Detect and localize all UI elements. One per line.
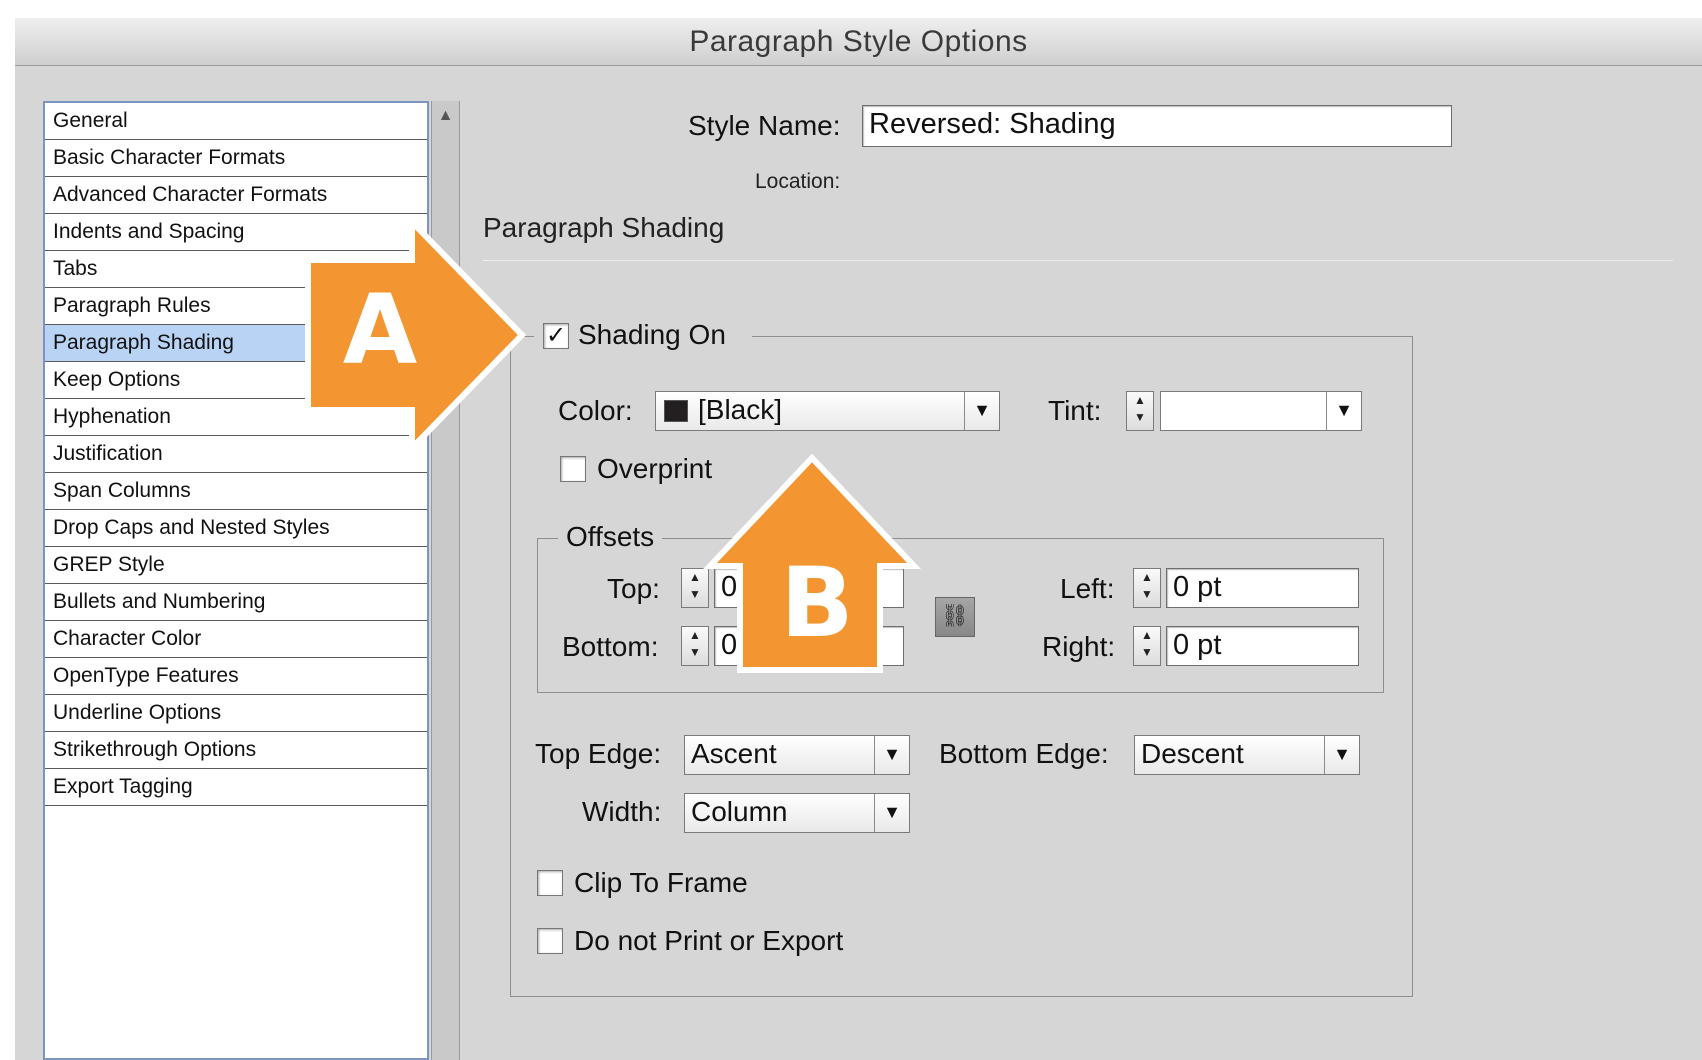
sidebar-item-strikethrough-options[interactable]: Strikethrough Options <box>45 732 427 769</box>
location-label: Location: <box>755 170 841 193</box>
overprint-label: Overprint <box>597 453 713 484</box>
chevron-down-icon: ▼ <box>1324 736 1359 774</box>
color-dropdown[interactable]: [Black] ▼ <box>655 391 1000 431</box>
callout-b-label: B <box>780 547 854 659</box>
do-not-print-label: Do not Print or Export <box>574 925 844 956</box>
spin-down-icon[interactable]: ▼ <box>1134 586 1160 603</box>
sidebar-item-advanced-character-formats[interactable]: Advanced Character Formats <box>45 177 427 214</box>
offsets-legend: Offsets <box>558 521 663 553</box>
overprint-checkbox[interactable] <box>560 456 586 482</box>
spin-up-icon[interactable]: ▲ <box>1127 392 1153 409</box>
tint-combo[interactable]: ▼ <box>1160 391 1362 431</box>
checkmark-icon: ✓ <box>545 322 567 349</box>
sidebar-item-span-columns[interactable]: Span Columns <box>45 473 427 510</box>
right-offset-label: Right: <box>1042 631 1116 662</box>
sidebar-item-export-tagging[interactable]: Export Tagging <box>45 769 427 806</box>
sidebar-item-general[interactable]: General <box>45 103 427 140</box>
right-offset-stepper[interactable]: ▲ ▼ <box>1133 626 1161 666</box>
sidebar-item-underline-options[interactable]: Underline Options <box>45 695 427 732</box>
chain-link-icon[interactable]: ⛓ <box>935 597 975 637</box>
chevron-down-icon: ▼ <box>874 736 909 774</box>
section-divider <box>483 260 1673 261</box>
tint-stepper[interactable]: ▲ ▼ <box>1126 391 1154 431</box>
clip-to-frame-label: Clip To Frame <box>574 867 748 898</box>
chevron-down-icon: ▼ <box>1326 392 1361 430</box>
width-value: Column <box>691 796 788 827</box>
sidebar-item-character-color[interactable]: Character Color <box>45 621 427 658</box>
callout-a-label: A <box>342 274 418 386</box>
spin-down-icon[interactable]: ▼ <box>1127 409 1153 426</box>
spin-down-icon[interactable]: ▼ <box>1134 644 1160 661</box>
sidebar-item-drop-caps[interactable]: Drop Caps and Nested Styles <box>45 510 427 547</box>
bottom-offset-label: Bottom: <box>562 631 659 662</box>
top-edge-value: Ascent <box>691 738 777 769</box>
style-name-label: Style Name: <box>688 110 841 141</box>
left-offset-field[interactable]: 0 pt <box>1166 568 1359 608</box>
top-edge-dropdown[interactable]: Ascent ▼ <box>684 735 910 775</box>
right-offset-field[interactable]: 0 pt <box>1166 626 1359 666</box>
tint-label: Tint: <box>1048 395 1102 426</box>
sidebar-item-bullets-numbering[interactable]: Bullets and Numbering <box>45 584 427 621</box>
width-label: Width: <box>582 796 662 827</box>
chevron-down-icon: ▼ <box>874 794 909 832</box>
top-offset-label: Top: <box>607 573 660 604</box>
window-title: Paragraph Style Options <box>689 25 1028 58</box>
width-dropdown[interactable]: Column ▼ <box>684 793 910 833</box>
do-not-print-checkbox[interactable] <box>537 928 563 954</box>
bottom-edge-dropdown[interactable]: Descent ▼ <box>1134 735 1360 775</box>
shading-on-checkbox[interactable]: ✓ <box>543 323 569 349</box>
top-edge-label: Top Edge: <box>535 738 662 769</box>
style-name-field[interactable]: Reversed: Shading <box>862 105 1452 147</box>
sidebar-item-basic-character-formats[interactable]: Basic Character Formats <box>45 140 427 177</box>
left-offset-stepper[interactable]: ▲ ▼ <box>1133 568 1161 608</box>
sidebar-item-opentype-features[interactable]: OpenType Features <box>45 658 427 695</box>
sidebar-item-grep-style[interactable]: GREP Style <box>45 547 427 584</box>
color-label: Color: <box>558 395 633 426</box>
clip-to-frame-checkbox[interactable] <box>537 870 563 896</box>
bottom-edge-value: Descent <box>1141 738 1244 769</box>
chevron-down-icon: ▼ <box>964 392 999 430</box>
shading-on-label: Shading On <box>578 319 726 350</box>
bottom-edge-label: Bottom Edge: <box>939 738 1109 769</box>
spin-up-icon[interactable]: ▲ <box>1134 569 1160 586</box>
color-swatch <box>664 400 688 422</box>
title-bar: Paragraph Style Options <box>15 18 1702 66</box>
scroll-up-icon[interactable]: ▲ <box>433 103 458 129</box>
left-offset-label: Left: <box>1060 573 1115 604</box>
spin-up-icon[interactable]: ▲ <box>1134 627 1160 644</box>
color-value: [Black] <box>698 394 783 425</box>
